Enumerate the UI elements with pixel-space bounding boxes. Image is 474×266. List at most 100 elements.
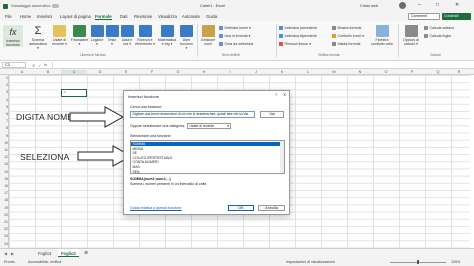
row-header[interactable]: 7	[0, 119, 8, 123]
column-header[interactable]: G	[165, 70, 191, 74]
sheet-tab-foglio1[interactable]: Foglio1	[38, 251, 52, 256]
row-header[interactable]: 16	[0, 184, 8, 188]
go-button[interactable]: Vai	[260, 111, 284, 118]
define-name-button[interactable]: Definisci nome ▾	[219, 26, 251, 31]
check-icon[interactable]: ✓	[38, 63, 41, 68]
column-header[interactable]: R	[448, 70, 470, 74]
text-button[interactable]: Testo ▾	[105, 25, 119, 46]
column-header[interactable]: N	[347, 70, 373, 74]
evaluate-formula-button[interactable]: Valuta formula	[332, 42, 360, 47]
cancel-icon[interactable]: ✕	[32, 63, 35, 68]
tab-file[interactable]: File	[5, 14, 12, 19]
sheet-tab-foglio2[interactable]: Foglio2	[58, 249, 79, 257]
row-header[interactable]: 19	[0, 206, 8, 210]
list-item[interactable]: SE	[133, 151, 138, 155]
column-header[interactable]: L	[295, 70, 321, 74]
fx-icon[interactable]: fx	[44, 62, 47, 67]
trace-dependents-button[interactable]: Individua dipendenti	[279, 34, 316, 39]
row-header[interactable]: 4	[0, 98, 8, 102]
cancel-button[interactable]: Annulla	[258, 205, 285, 211]
display-settings[interactable]: Impostazioni di visualizzazione	[286, 260, 335, 264]
maximize-icon[interactable]: □	[436, 2, 439, 8]
more-functions-button[interactable]: Altre funzioni ▾	[179, 25, 194, 50]
row-header[interactable]: 22	[0, 227, 8, 231]
list-item[interactable]: SEN	[133, 170, 140, 173]
row-header[interactable]: 1	[0, 76, 8, 80]
function-list[interactable]: SOMMA MEDIA SE COLLEG.IPERTESTUALE CONTA…	[130, 140, 285, 174]
list-item[interactable]: COLLEG.IPERTESTUALE	[133, 156, 173, 160]
row-header[interactable]: 3	[0, 90, 8, 94]
row-header[interactable]: 2	[0, 83, 8, 87]
row-header[interactable]: 15	[0, 177, 8, 181]
row-header[interactable]: 12	[0, 155, 8, 159]
column-header[interactable]: J	[243, 70, 269, 74]
remove-arrows-button[interactable]: Rimuovi frecce ▾	[279, 42, 311, 47]
column-header[interactable]: O	[373, 70, 399, 74]
formula-input[interactable]	[52, 62, 470, 68]
row-header[interactable]: 18	[0, 198, 8, 202]
close-icon[interactable]: ✕	[283, 92, 286, 97]
show-formulas-button[interactable]: Mostra formule	[332, 26, 361, 31]
name-box[interactable]: C3	[2, 62, 26, 68]
autosave-toggle[interactable]	[52, 4, 59, 8]
column-header[interactable]: P	[399, 70, 425, 74]
column-header[interactable]: A	[9, 70, 35, 74]
add-sheet-icon[interactable]: ⊕	[84, 250, 88, 256]
list-item[interactable]: CONTA.NUMERI	[133, 160, 159, 164]
minimize-icon[interactable]: –	[418, 2, 421, 8]
tab-inserisci[interactable]: Inserisci	[37, 14, 52, 19]
create-from-selection-button[interactable]: Crea da selezione	[219, 42, 253, 47]
row-header[interactable]: 23	[0, 234, 8, 238]
column-header[interactable]: I	[217, 70, 243, 74]
column-header[interactable]: C	[61, 69, 87, 74]
row-header[interactable]: 11	[0, 148, 8, 152]
math-button[interactable]: Matematica e trig ▾	[157, 25, 177, 46]
row-header[interactable]: 17	[0, 191, 8, 195]
zoom-level[interactable]: 100%	[451, 260, 460, 264]
logical-button[interactable]: Logiche ▾	[90, 25, 104, 46]
column-header[interactable]: F	[139, 70, 165, 74]
scrollbar[interactable]	[280, 141, 284, 173]
autosum-button[interactable]: Σ Somma automatica ▾	[28, 25, 48, 50]
lookup-button[interactable]: Ricerca e riferimento ▾	[135, 25, 155, 46]
function-search-input[interactable]: Digitare una breve descrizione di ciò ch…	[130, 111, 255, 118]
name-manager-button[interactable]: Gestione nomi	[200, 25, 216, 46]
tab-guida[interactable]: Guida	[206, 14, 217, 19]
error-check-button[interactable]: Controllo errori ▾	[332, 34, 364, 39]
tab-automate[interactable]: Automate	[182, 14, 200, 19]
column-header[interactable]: B	[35, 70, 61, 74]
row-header[interactable]: 5	[0, 105, 8, 109]
calc-now-button[interactable]: Calcola adesso	[424, 26, 454, 31]
recent-functions-button[interactable]: Usate di recente ▾	[51, 25, 68, 46]
zoom-slider-thumb[interactable]	[417, 260, 419, 264]
category-select[interactable]: Usate di recente ▾	[187, 123, 231, 129]
row-header[interactable]: 14	[0, 170, 8, 174]
column-header[interactable]: M	[321, 70, 347, 74]
insert-function-button[interactable]: fx Inserisci funzione	[3, 25, 23, 47]
tab-dati[interactable]: Dati	[120, 14, 127, 19]
column-header[interactable]: K	[269, 70, 295, 74]
share-button[interactable]: Condividi	[442, 13, 471, 20]
tab-visualizza[interactable]: Visualizza	[158, 14, 177, 19]
list-item[interactable]: SOMMA	[131, 142, 281, 147]
scroll-right-icon[interactable]: ▶	[11, 251, 14, 256]
use-in-formula-button[interactable]: Usa in formula ▾	[219, 34, 250, 39]
row-header[interactable]: 6	[0, 112, 8, 116]
row-header[interactable]: 20	[0, 213, 8, 217]
comments-button[interactable]: Commenti	[408, 13, 440, 20]
row-header[interactable]: 21	[0, 220, 8, 224]
tab-revisione[interactable]: Revisione	[134, 14, 152, 19]
scroll-left-icon[interactable]: ◀	[4, 251, 7, 256]
financial-button[interactable]: Finanziarie ▾	[70, 25, 89, 46]
active-cell-c3[interactable]: =	[61, 89, 87, 97]
row-header[interactable]: 10	[0, 141, 8, 145]
watch-window-button[interactable]: Finestra controllo celle	[371, 25, 393, 46]
help-icon[interactable]: ?	[275, 92, 277, 97]
column-header[interactable]: D	[87, 70, 113, 74]
row-header[interactable]: 24	[0, 242, 8, 246]
row-header[interactable]: 8	[0, 126, 8, 130]
row-header[interactable]: 13	[0, 162, 8, 166]
tab-formule[interactable]: Formule	[95, 14, 112, 20]
accessibility-status[interactable]: Accessibilità: verifica	[28, 260, 61, 264]
calc-sheet-button[interactable]: Calcola foglio	[424, 34, 451, 39]
